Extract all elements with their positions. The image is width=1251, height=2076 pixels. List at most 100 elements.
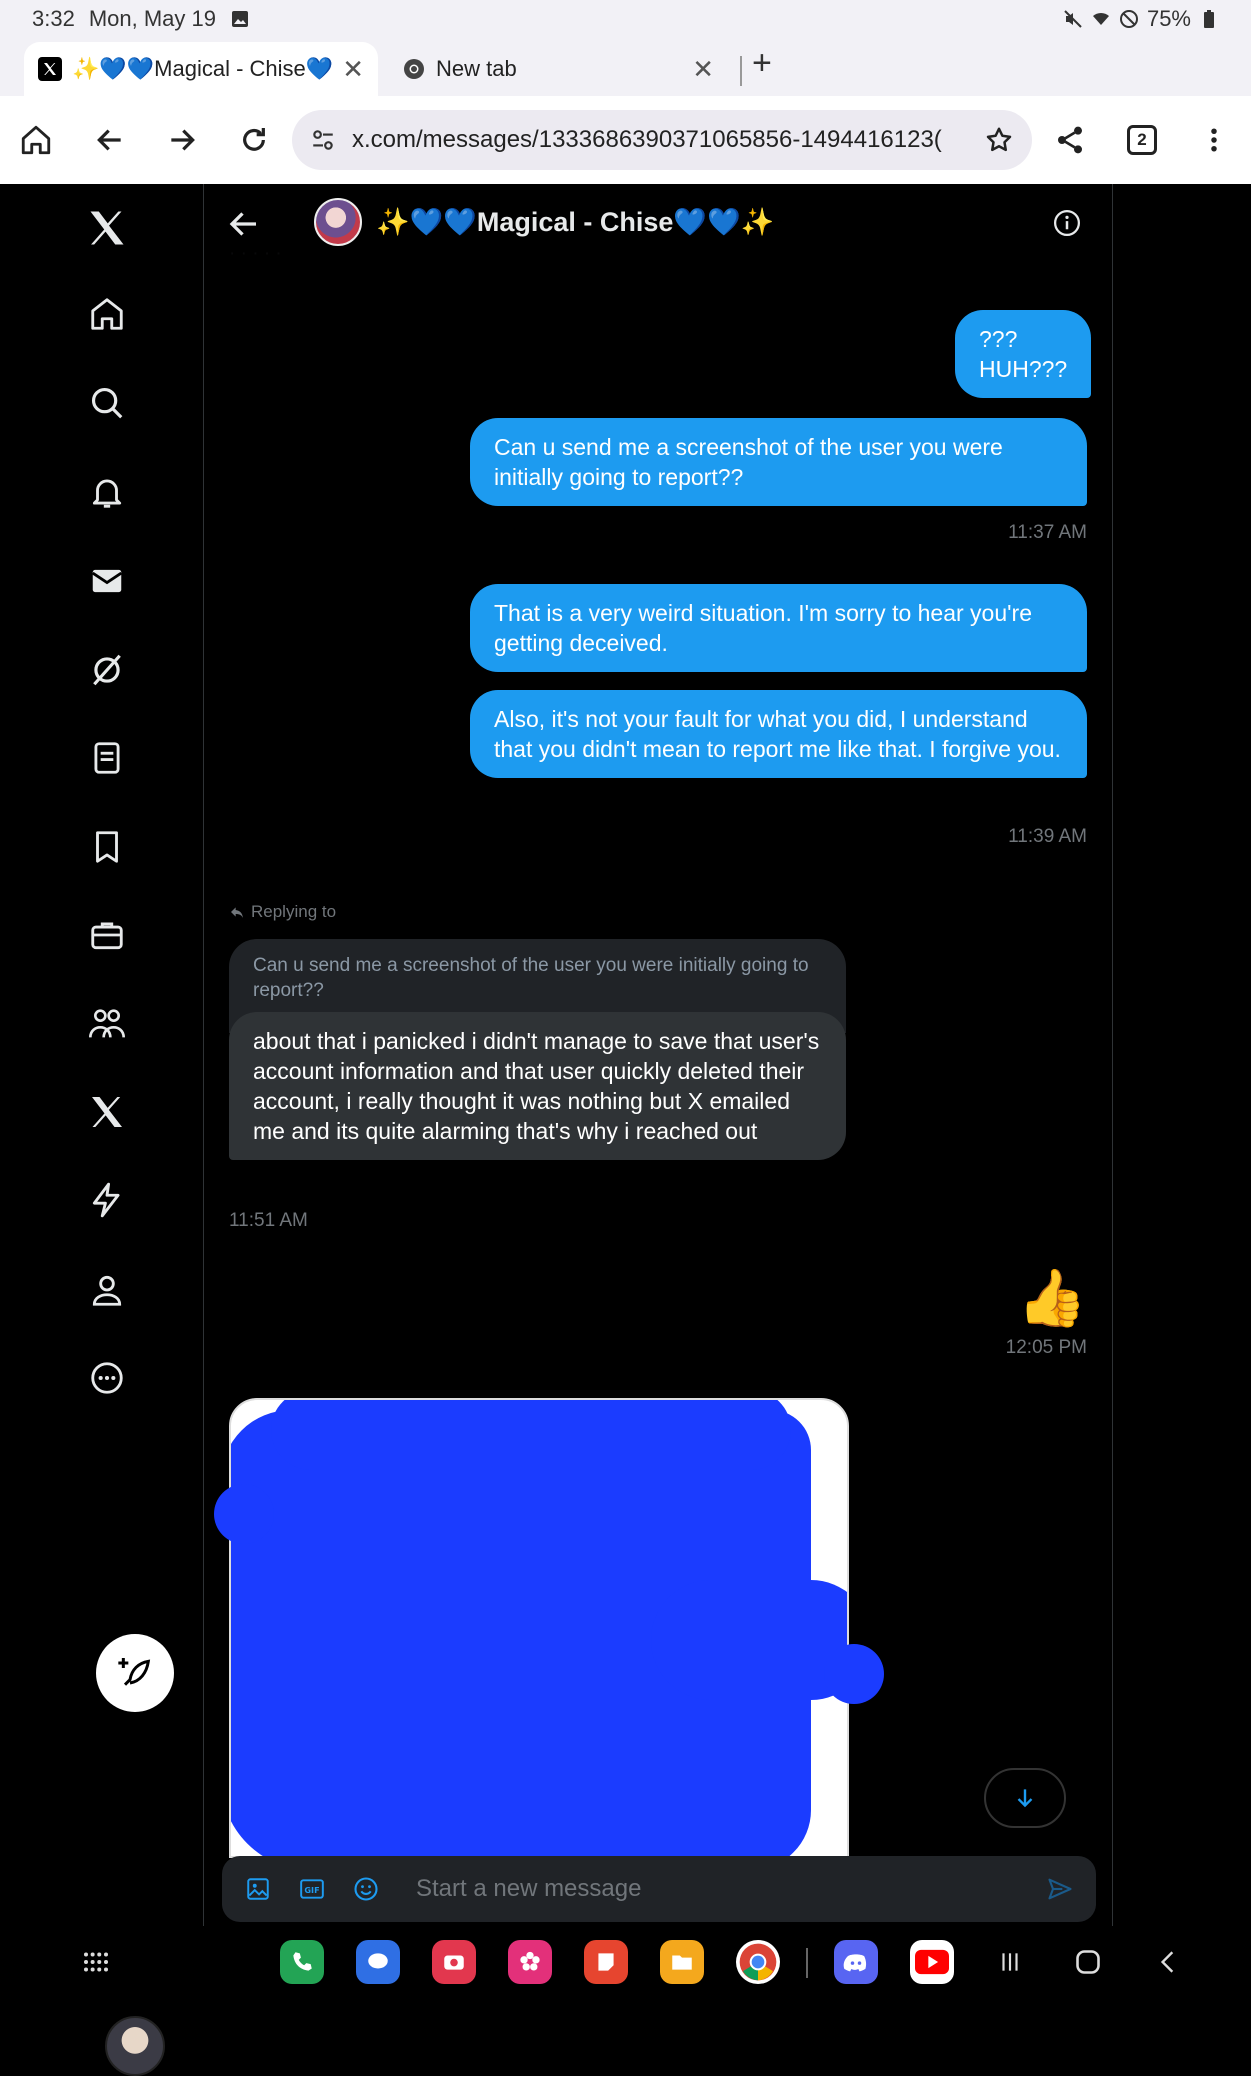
conversation-header: ✨💙💙Magical - Chise💙💙✨: [204, 184, 1112, 264]
conversation-panel: ✨💙💙Magical - Chise💙💙✨ · · · · · ??? HUH?…: [203, 184, 1113, 1926]
bell-icon: [92, 479, 122, 508]
tab-x-messages[interactable]: ✨💙💙Magical - Chise💙💙 ✕: [24, 42, 378, 96]
nav-premium[interactable]: [81, 1086, 133, 1138]
share-icon: [1058, 126, 1082, 154]
tab-new-tab[interactable]: New tab ✕: [388, 42, 728, 96]
thumbs-up-emoji-message[interactable]: 👍: [1017, 1266, 1087, 1330]
tab-separator: [740, 56, 742, 86]
add-emoji-button[interactable]: [346, 1869, 386, 1909]
contact-name[interactable]: ✨💙💙Magical - Chise💙💙✨: [376, 206, 774, 238]
home-icon: [91, 298, 123, 330]
replying-to-text: Replying to: [251, 902, 337, 921]
app-drawer-button[interactable]: [76, 1942, 116, 1982]
url-text[interactable]: x.com/messages/1333686390371065856-14944…: [352, 126, 984, 154]
message-timestamp: 11:37 AM: [1008, 522, 1087, 543]
wifi-icon: [1092, 12, 1109, 25]
chevron-left-icon: [1160, 1951, 1174, 1973]
message-timestamp: 11:39 AM: [1008, 826, 1087, 847]
feather-plus-icon: [118, 1658, 151, 1686]
recents-button[interactable]: [990, 1942, 1030, 1982]
more-circle-icon: [91, 1362, 123, 1394]
add-gif-button[interactable]: GIF: [292, 1869, 332, 1909]
tab-title: ✨💙💙Magical - Chise💙💙: [72, 56, 335, 81]
lightning-icon: [92, 1182, 120, 1218]
chrome-app-icon[interactable]: [736, 1940, 780, 1984]
more-vertical-icon: [1211, 128, 1217, 152]
camera-app-icon[interactable]: [432, 1940, 476, 1984]
nav-home[interactable]: [81, 288, 133, 340]
nav-jobs[interactable]: [81, 909, 133, 961]
tab-switcher-button[interactable]: 2: [1106, 104, 1178, 176]
compose-post-button[interactable]: [96, 1634, 174, 1712]
nav-more[interactable]: [81, 1352, 133, 1404]
send-button[interactable]: [1040, 1869, 1080, 1909]
x-logo-icon: [38, 57, 62, 81]
back-button[interactable]: [74, 104, 146, 176]
add-media-button[interactable]: [238, 1869, 278, 1909]
info-icon[interactable]: [1052, 208, 1082, 238]
new-tab-button[interactable]: +: [752, 44, 772, 83]
nav-verified-orgs[interactable]: [81, 1174, 133, 1226]
message-bubble-outgoing[interactable]: Can u send me a screenshot of the user y…: [470, 418, 1087, 506]
nav-bookmarks[interactable]: [81, 821, 133, 873]
replying-to-label: Replying to: [229, 902, 336, 922]
home-icon: [21, 125, 51, 155]
redaction-scribble: [824, 1644, 884, 1704]
nav-notifications[interactable]: [81, 466, 133, 518]
bookmark-star-icon[interactable]: [984, 125, 1014, 155]
x-logo-icon: [92, 1097, 122, 1127]
right-empty-pane: [1113, 184, 1251, 1926]
message-input[interactable]: Start a new message: [416, 1875, 1040, 1903]
messages-app-icon[interactable]: [356, 1940, 400, 1984]
message-bubble-outgoing[interactable]: That is a very weird situation. I'm sorr…: [470, 584, 1087, 672]
nav-messages[interactable]: [81, 555, 133, 607]
image-icon: [247, 1878, 269, 1900]
svg-text:GIF: GIF: [304, 1885, 319, 1895]
send-icon: [1048, 1878, 1072, 1900]
notes-app-icon[interactable]: [584, 1940, 628, 1984]
nav-explore[interactable]: [81, 377, 133, 429]
nav-profile[interactable]: [81, 1264, 133, 1316]
arrow-down-icon: [1017, 1789, 1033, 1808]
nav-communities[interactable]: [81, 998, 133, 1050]
forward-button[interactable]: [146, 104, 218, 176]
nav-grok[interactable]: [81, 644, 133, 696]
reload-button[interactable]: [218, 104, 290, 176]
close-tab-icon[interactable]: ✕: [342, 54, 364, 85]
x-home-logo[interactable]: [81, 202, 133, 254]
home-square-icon: [1076, 1950, 1100, 1974]
address-bar[interactable]: x.com/messages/1333686390371065856-14944…: [292, 110, 1032, 170]
message-bubble-incoming[interactable]: about that i panicked i didn't manage to…: [229, 1012, 846, 1160]
message-bubble-outgoing[interactable]: Also, it's not your fault for what you d…: [470, 690, 1087, 778]
tab-title: New tab: [436, 56, 517, 81]
home-nav-button[interactable]: [1068, 1942, 1108, 1982]
grok-icon: [93, 654, 121, 686]
scroll-to-bottom-button[interactable]: [984, 1768, 1066, 1828]
close-tab-icon[interactable]: ✕: [692, 54, 714, 85]
share-button[interactable]: [1034, 104, 1106, 176]
back-nav-button[interactable]: [1148, 1942, 1188, 1982]
site-settings-icon[interactable]: [310, 127, 336, 153]
discord-app-icon[interactable]: [834, 1940, 878, 1984]
menu-button[interactable]: [1178, 104, 1250, 176]
files-app-icon[interactable]: [660, 1940, 704, 1984]
back-arrow-icon[interactable]: [226, 206, 262, 242]
message-bubble-outgoing[interactable]: ??? HUH???: [955, 310, 1092, 398]
contact-avatar[interactable]: [314, 198, 362, 246]
home-button[interactable]: [0, 104, 72, 176]
redaction-scribble: [651, 1580, 847, 1700]
nav-lists[interactable]: [81, 732, 133, 784]
reload-icon: [243, 128, 265, 151]
account-avatar[interactable]: [105, 2016, 165, 2076]
redacted-image-message[interactable]: [229, 1398, 849, 1858]
arrow-left-icon: [97, 129, 121, 151]
gallery-app-icon[interactable]: [508, 1940, 552, 1984]
android-taskbar: [0, 1926, 1251, 2000]
status-time: 3:32: [32, 6, 75, 31]
bookmark-icon: [96, 831, 118, 863]
browser-tab-strip: ✨💙💙Magical - Chise💙💙 ✕ New tab ✕: [0, 38, 1251, 96]
message-timestamp: 11:51 AM: [229, 1210, 308, 1231]
youtube-app-icon[interactable]: [910, 1940, 954, 1984]
phone-app-icon[interactable]: [280, 1940, 324, 1984]
arrow-right-icon: [171, 129, 195, 151]
